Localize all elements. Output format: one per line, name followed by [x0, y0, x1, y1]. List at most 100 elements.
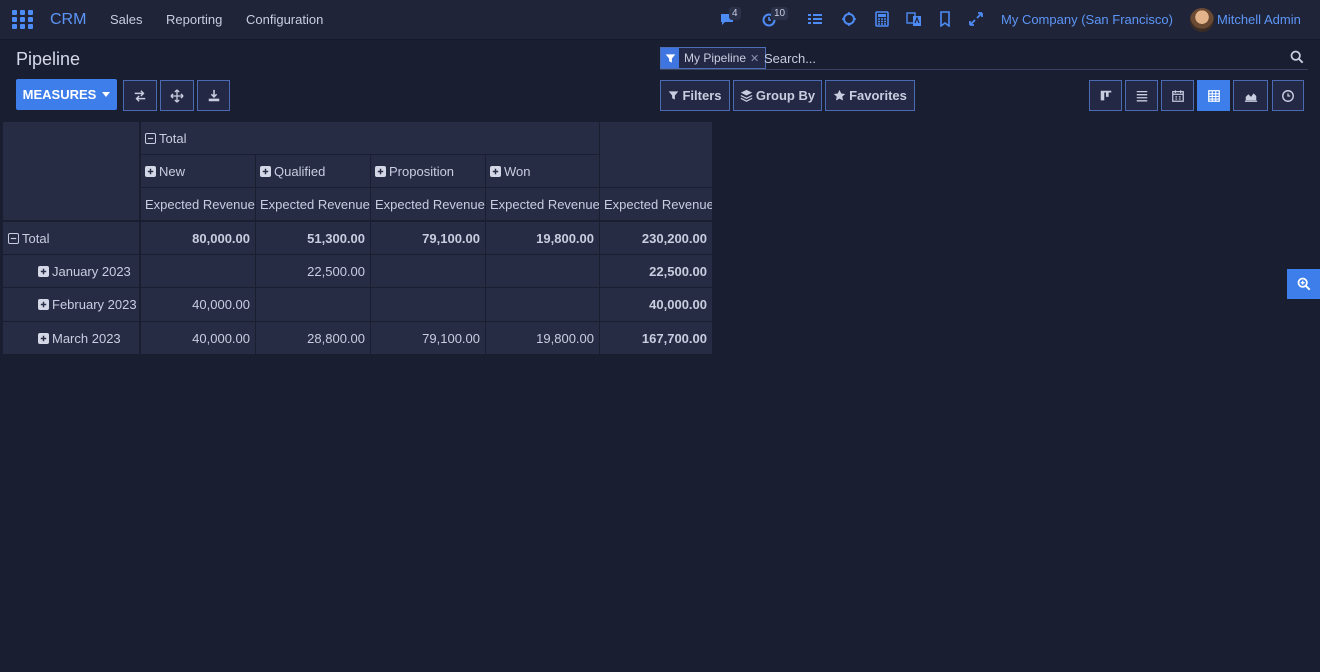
- zoom-in-button[interactable]: [1287, 269, 1320, 299]
- col-header-label: Proposition: [389, 163, 455, 179]
- menu-sales[interactable]: Sales: [110, 12, 143, 27]
- expand-all-button[interactable]: [160, 80, 194, 111]
- view-kanban-button[interactable]: [1089, 80, 1122, 111]
- layers-icon: [740, 89, 753, 102]
- facet-label: My Pipeline: [684, 51, 747, 65]
- pivot-cell[interactable]: 40,000.00: [140, 287, 256, 322]
- pivot-cell[interactable]: 79,100.00: [370, 221, 486, 255]
- row-header-total[interactable]: Total: [2, 221, 140, 255]
- collapse-icon: [8, 232, 19, 244]
- page-title: Pipeline: [16, 49, 81, 69]
- menu-configuration[interactable]: Configuration: [246, 12, 323, 27]
- clock-icon[interactable]: 10: [761, 7, 789, 27]
- expand-icon: [38, 265, 49, 277]
- area-chart-icon: [1244, 92, 1257, 102]
- group-by-button[interactable]: Group By: [733, 80, 822, 111]
- col-header-qualified[interactable]: Qualified: [255, 154, 371, 188]
- messages-badge: 4: [729, 7, 741, 20]
- flip-axis-button[interactable]: [123, 80, 157, 111]
- filter-icon: [669, 91, 679, 100]
- pivot-cell[interactable]: [485, 254, 600, 288]
- company-switcher[interactable]: My Company (San Francisco): [1001, 12, 1173, 27]
- view-activity-button[interactable]: [1272, 80, 1304, 111]
- expand-icon: [38, 332, 49, 344]
- download-button[interactable]: [197, 80, 230, 111]
- download-icon: [208, 89, 219, 101]
- calculator-icon[interactable]: [874, 11, 890, 27]
- measure-header[interactable]: Expected Revenue: [255, 187, 371, 221]
- pivot-total-cell[interactable]: 230,200.00: [599, 221, 713, 255]
- list-icon: [1136, 90, 1147, 101]
- row-header-march-2023[interactable]: March 2023: [2, 321, 140, 355]
- col-header-label: Qualified: [274, 163, 326, 179]
- col-header-proposition[interactable]: Proposition: [370, 154, 486, 188]
- pivot-cell[interactable]: 80,000.00: [140, 221, 256, 255]
- row-header-january-2023[interactable]: January 2023: [2, 254, 140, 288]
- row-header-february-2023[interactable]: February 2023: [2, 287, 140, 322]
- facet-remove-icon[interactable]: ✕: [750, 52, 765, 65]
- star-icon: [833, 89, 846, 101]
- pivot-corner-cell: [2, 121, 140, 221]
- pivot-total-cell[interactable]: 22,500.00: [599, 254, 713, 288]
- expand-icon: [145, 165, 156, 177]
- view-calendar-button[interactable]: [1161, 80, 1194, 111]
- bug-icon[interactable]: [841, 11, 857, 27]
- pivot-total-cell[interactable]: 167,700.00: [599, 321, 713, 355]
- col-header-new[interactable]: New: [140, 154, 256, 188]
- pivot-cell[interactable]: 28,800.00: [255, 321, 371, 355]
- expand-icon[interactable]: [968, 11, 984, 27]
- view-pivot-button[interactable]: [1197, 80, 1230, 111]
- pivot-cell[interactable]: 19,800.00: [485, 321, 600, 355]
- list-settings-icon[interactable]: [807, 11, 823, 27]
- bookmark-icon[interactable]: [937, 11, 953, 28]
- measure-header[interactable]: Expected Revenue: [599, 187, 713, 221]
- collapse-icon: [145, 132, 156, 144]
- user-avatar[interactable]: [1190, 8, 1214, 32]
- chat-icon[interactable]: 4: [719, 7, 741, 27]
- activities-badge: 10: [771, 7, 789, 20]
- zoom-in-icon: [1297, 277, 1310, 291]
- pivot-cell[interactable]: [370, 254, 486, 288]
- pivot-cell[interactable]: 19,800.00: [485, 221, 600, 255]
- row-header-label: January 2023: [52, 263, 131, 279]
- view-list-button[interactable]: [1125, 80, 1158, 111]
- view-graph-button[interactable]: [1233, 80, 1268, 111]
- calendar-icon: [1171, 89, 1184, 102]
- search-icon[interactable]: [1290, 50, 1304, 64]
- row-header-label: February 2023: [52, 297, 137, 312]
- col-header-won[interactable]: Won: [485, 154, 600, 188]
- search-bar: My Pipeline ✕: [660, 46, 1308, 70]
- top-navbar: CRM Sales Reporting Configuration 4 10 M…: [0, 0, 1320, 40]
- measure-header[interactable]: Expected Revenue: [140, 187, 256, 221]
- pivot-cell[interactable]: 40,000.00: [140, 321, 256, 355]
- table-icon: [1207, 89, 1220, 102]
- menu-reporting[interactable]: Reporting: [166, 12, 222, 27]
- expand-icon: [260, 165, 271, 177]
- favorites-button[interactable]: Favorites: [825, 80, 915, 111]
- translate-icon[interactable]: [906, 11, 922, 27]
- measure-header[interactable]: Expected Revenue: [370, 187, 486, 221]
- row-header-label: Total: [22, 230, 50, 246]
- pivot-cell[interactable]: [485, 287, 600, 322]
- filters-label: Filters: [682, 88, 722, 103]
- pivot-total-cell[interactable]: 40,000.00: [599, 287, 713, 322]
- filters-button[interactable]: Filters: [660, 80, 730, 111]
- apps-grid-icon[interactable]: [12, 10, 33, 29]
- pivot-cell[interactable]: [255, 287, 371, 322]
- col-header-total[interactable]: Total: [140, 121, 600, 155]
- expand-icon: [490, 165, 501, 177]
- app-brand[interactable]: CRM: [50, 11, 86, 29]
- pivot-cell[interactable]: [140, 254, 256, 288]
- pivot-cell[interactable]: 79,100.00: [370, 321, 486, 355]
- pivot-cell[interactable]: 51,300.00: [255, 221, 371, 255]
- caret-down-icon: [102, 92, 111, 97]
- pivot-cell[interactable]: [370, 287, 486, 322]
- measure-header[interactable]: Expected Revenue: [485, 187, 600, 221]
- arrows-icon: [170, 88, 184, 103]
- search-input[interactable]: [764, 47, 1264, 69]
- measures-button[interactable]: MEASURES: [16, 79, 117, 110]
- filter-icon: [661, 48, 679, 68]
- user-menu[interactable]: Mitchell Admin: [1217, 12, 1301, 27]
- pivot-cell[interactable]: 22,500.00: [255, 254, 371, 288]
- col-header-total-label: Total: [159, 130, 187, 146]
